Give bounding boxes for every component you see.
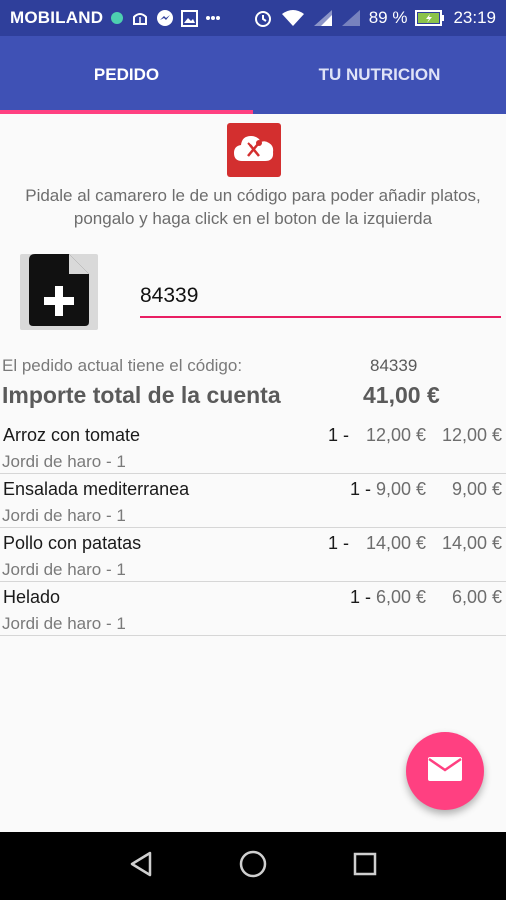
item-waiter: Jordi de haro - 1: [2, 452, 126, 471]
nav-home-button[interactable]: [233, 846, 273, 886]
order-items-list: Arroz con tomate 1 - 12,00 € 12,00 € Jor…: [0, 420, 506, 636]
item-subtotal: 14,00 €: [441, 533, 502, 553]
item-price: 9,00 €: [375, 479, 426, 499]
list-item[interactable]: Helado 1 - 6,00 € 6,00 € Jordi de haro -…: [0, 582, 506, 636]
email-icon: [427, 756, 463, 787]
recents-square-icon: [352, 851, 378, 882]
list-item[interactable]: Arroz con tomate 1 - 12,00 € 12,00 € Jor…: [0, 420, 506, 474]
item-waiter: Jordi de haro - 1: [2, 506, 126, 525]
cloud-cutlery-icon: [232, 131, 276, 170]
system-nav-bar: [0, 832, 506, 900]
list-item[interactable]: Ensalada mediterranea 1 - 9,00 € 9,00 € …: [0, 474, 506, 528]
cloud-cutlery-button[interactable]: [227, 123, 281, 177]
item-name: Arroz con tomate: [3, 425, 141, 445]
more-dots-icon: [205, 15, 221, 21]
item-price: 12,00 €: [365, 425, 426, 445]
add-code-button[interactable]: [20, 253, 98, 331]
item-qty: 1 -: [328, 533, 350, 553]
alarm-icon: [253, 8, 273, 28]
item-name: Helado: [3, 587, 61, 607]
back-triangle-icon: [128, 850, 154, 883]
item-subtotal: 9,00 €: [451, 479, 502, 499]
total-value: 41,00 €: [363, 382, 440, 408]
tab-pedido-label: PEDIDO: [93, 65, 160, 84]
item-name: Ensalada mediterranea: [3, 479, 190, 499]
total-label: Importe total de la cuenta: [2, 382, 281, 408]
battery-charging-icon: [415, 10, 445, 26]
list-item[interactable]: Pollo con patatas 1 - 14,00 € 14,00 € Jo…: [0, 528, 506, 582]
tab-tu-nutricion[interactable]: TU NUTRICION: [253, 36, 506, 114]
item-price: 14,00 €: [365, 533, 426, 553]
messenger-icon: [156, 9, 174, 27]
wifi-icon: [281, 9, 305, 27]
status-bar: MOBILAND 89 % 23:19: [0, 0, 506, 36]
home-circle-icon: [238, 849, 268, 884]
order-content: Pidale al camarero le de un código para …: [0, 114, 506, 832]
item-qty: 1 -: [350, 479, 372, 499]
item-qty: 1 -: [328, 425, 350, 445]
cell-signal-icon: [313, 9, 333, 27]
current-order-code: 84339: [370, 356, 418, 375]
current-order-label: El pedido actual tiene el código:: [2, 356, 243, 375]
item-price: 6,00 €: [375, 587, 426, 607]
status-right: 89 % 23:19: [253, 8, 496, 28]
send-email-button[interactable]: [406, 732, 484, 810]
battery-percent: 89 %: [368, 8, 408, 27]
signal-dot-icon: [110, 11, 124, 25]
tab-tu-nutricion-label: TU NUTRICION: [318, 65, 441, 84]
item-qty: 1 -: [350, 587, 372, 607]
carrier-name: MOBILAND: [10, 8, 104, 27]
tab-bar: PEDIDO TU NUTRICION: [0, 36, 506, 114]
nav-recents-button[interactable]: [345, 846, 385, 886]
item-waiter: Jordi de haro - 1: [2, 560, 126, 579]
cell-signal-off-icon: [341, 9, 361, 27]
image-icon: [181, 9, 199, 27]
item-subtotal: 6,00 €: [451, 587, 502, 607]
item-waiter: Jordi de haro - 1: [2, 614, 126, 633]
tab-pedido[interactable]: PEDIDO: [0, 36, 253, 114]
instructions-text: Pidale al camarero le de un código para …: [25, 186, 481, 228]
android-debug-icon: [131, 10, 149, 26]
clock: 23:19: [453, 8, 496, 27]
item-subtotal: 12,00 €: [441, 425, 502, 445]
nav-back-button[interactable]: [121, 846, 161, 886]
order-code-input[interactable]: [140, 280, 501, 318]
add-document-icon: [29, 253, 89, 331]
item-name: Pollo con patatas: [3, 533, 142, 553]
notification-icons: [110, 9, 221, 27]
